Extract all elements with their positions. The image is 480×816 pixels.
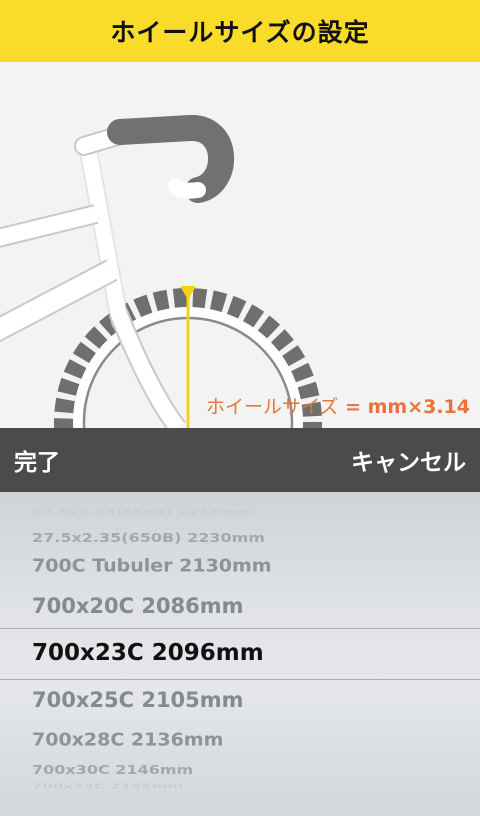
picker-option[interactable]: 27.5x2.35(650B) 2230mm [32, 530, 265, 545]
picker-option[interactable]: 700x28C 2136mm [32, 730, 223, 750]
cancel-button[interactable]: キャンセル [337, 443, 480, 477]
wheel-size-formula: ホイールサイズ = mm×3.14 [206, 392, 470, 419]
page-title: ホイールサイズの設定 [110, 18, 370, 47]
bicycle-illustration: ホイールサイズ = mm×3.14 [0, 62, 480, 428]
wheel-size-picker[interactable]: 27.5x2.25(650B) 2217mm 27.5x2.35(650B) 2… [0, 492, 480, 816]
picker-option[interactable]: 700x30C 2146mm [32, 762, 193, 777]
header-bar: ホイールサイズの設定 [0, 0, 480, 62]
formula-label: ホイールサイズ [206, 396, 339, 418]
picker-option[interactable]: 700x32C 2155mm [32, 782, 183, 790]
picker-option[interactable]: 27.5x2.25(650B) 2217mm [32, 508, 250, 516]
formula-value: = mm×3.14 [338, 396, 470, 418]
done-button[interactable]: 完了 [0, 443, 74, 477]
picker-option-selected[interactable]: 700x23C 2096mm [32, 640, 264, 666]
bicycle-icon [0, 115, 322, 428]
picker-option[interactable]: 700x20C 2086mm [32, 594, 244, 618]
picker-option[interactable]: 700x25C 2105mm [32, 688, 244, 712]
picker-option[interactable]: 700C Tubuler 2130mm [32, 556, 272, 576]
picker-toolbar: 完了 キャンセル [0, 428, 480, 492]
